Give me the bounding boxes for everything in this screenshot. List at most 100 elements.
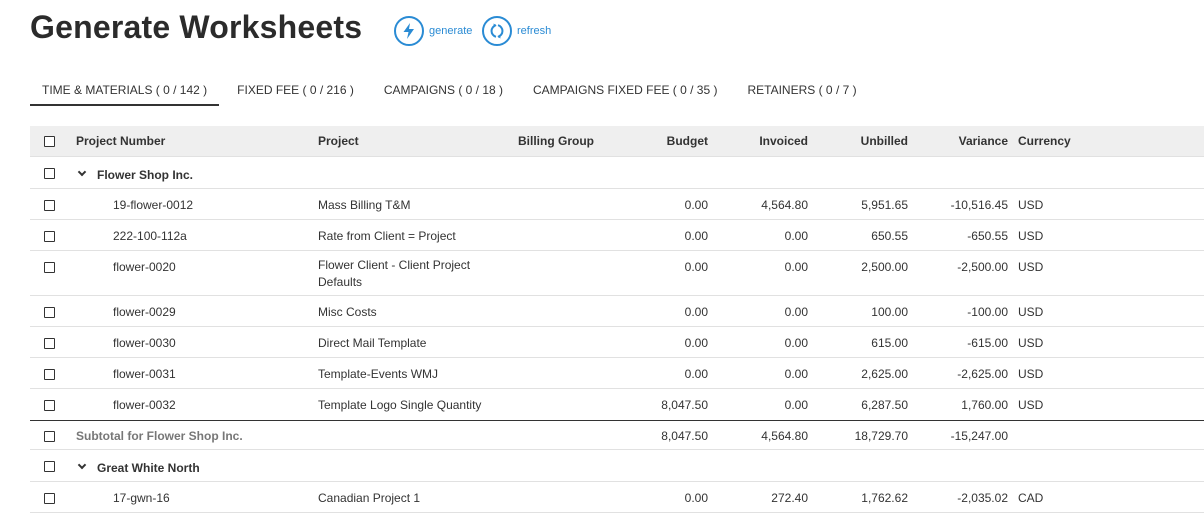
currency-value: USD [1018,260,1044,274]
unbilled-value: 2,500.00 [861,260,908,274]
table-row: flower-0020 Flower Client - Client Proje… [30,251,1204,296]
row-checkbox[interactable] [44,231,55,242]
generate-button[interactable]: generate [394,16,472,46]
subtotal-unbilled: 18,729.70 [854,429,908,443]
subtotal-budget: 8,047.50 [661,429,708,443]
refresh-label: refresh [517,25,552,37]
project-name: Misc Costs [318,305,377,319]
group-checkbox[interactable] [44,461,55,472]
currency-value: USD [1018,198,1044,212]
invoiced-value: 0.00 [784,305,808,319]
budget-value: 0.00 [684,305,708,319]
invoiced-value: 4,564.80 [761,198,808,212]
currency-value: USD [1018,367,1044,381]
subtotal-invoiced: 4,564.80 [761,429,808,443]
group-name: Great White North [97,461,200,475]
column-header-invoiced[interactable]: Invoiced [759,134,808,149]
variance-value: 1,760.00 [961,398,1008,412]
invoiced-value: 0.00 [784,229,808,243]
chevron-down-icon[interactable] [77,460,87,470]
variance-value: -2,625.00 [957,367,1008,381]
variance-value: -10,516.45 [950,198,1008,212]
generate-label: generate [429,25,473,37]
refresh-icon [482,16,512,46]
project-name: Mass Billing T&M [318,198,411,212]
column-header-budget[interactable]: Budget [667,134,708,149]
invoiced-value: 0.00 [784,367,808,381]
column-header-project-number[interactable]: Project Number [76,134,165,149]
group-checkbox[interactable] [44,168,55,179]
project-number: 222-100-112a [113,229,187,243]
column-header-unbilled[interactable]: Unbilled [861,134,908,149]
row-checkbox[interactable] [44,200,55,211]
unbilled-value: 1,762.62 [861,491,908,505]
invoiced-value: 0.00 [784,336,808,350]
currency-value: USD [1018,336,1044,350]
unbilled-value: 6,287.50 [861,398,908,412]
project-name: Template-Events WMJ [318,367,439,381]
variance-value: -2,035.02 [957,491,1008,505]
budget-value: 0.00 [684,336,708,350]
project-number: 19-flower-0012 [113,198,194,212]
unbilled-value: 650.55 [871,229,908,243]
column-header-project[interactable]: Project [318,134,359,149]
budget-value: 8,047.50 [661,398,708,412]
project-name: Direct Mail Template [318,336,427,350]
worksheet-tabs: TIME & MATERIALS ( 0 / 142 ) FIXED FEE (… [30,72,875,106]
tab-campaigns-fixed-fee[interactable]: CAMPAIGNS FIXED FEE ( 0 / 35 ) [521,72,729,106]
row-checkbox[interactable] [44,369,55,380]
project-number: flower-0032 [113,398,176,412]
select-all-checkbox[interactable] [44,136,55,147]
subtotal-label: Subtotal for Flower Shop Inc. [76,429,243,443]
refresh-button[interactable]: refresh [482,16,551,46]
group-row-flower-shop: Flower Shop Inc. [30,157,1204,189]
table-row: 19-flower-0012 Mass Billing T&M 0.00 4,5… [30,189,1204,220]
group-row-great-white-north: Great White North [30,450,1204,482]
currency-value: USD [1018,398,1044,412]
tab-retainers[interactable]: RETAINERS ( 0 / 7 ) [735,72,868,106]
subtotal-checkbox[interactable] [44,431,55,442]
budget-value: 0.00 [684,198,708,212]
subtotal-row: Subtotal for Flower Shop Inc. 8,047.50 4… [30,420,1204,450]
tab-fixed-fee[interactable]: FIXED FEE ( 0 / 216 ) [225,72,366,106]
project-number: 17-gwn-16 [113,491,170,505]
project-number: flower-0031 [113,367,176,381]
table-row: flower-0030 Direct Mail Template 0.00 0.… [30,327,1204,358]
tab-time-materials[interactable]: TIME & MATERIALS ( 0 / 142 ) [30,72,220,106]
unbilled-value: 100.00 [871,305,908,319]
row-checkbox[interactable] [44,338,55,349]
currency-value: USD [1018,305,1044,319]
chevron-down-icon[interactable] [77,167,87,177]
unbilled-value: 5,951.65 [861,198,908,212]
row-checkbox[interactable] [44,400,55,411]
project-number: flower-0020 [113,260,176,274]
invoiced-value: 0.00 [784,260,808,274]
variance-value: -100.00 [967,305,1008,319]
variance-value: -615.00 [967,336,1008,350]
budget-value: 0.00 [684,367,708,381]
project-name: Flower Client - Client Project Defaults [318,258,471,289]
row-checkbox[interactable] [44,493,55,504]
table-row: flower-0032 Template Logo Single Quantit… [30,389,1204,420]
page-title: Generate Worksheets [30,9,363,45]
worksheet-table: Project Number Project Billing Group Bud… [30,126,1204,513]
column-header-billing-group[interactable]: Billing Group [518,134,594,149]
bolt-icon [394,16,424,46]
variance-value: -2,500.00 [957,260,1008,274]
project-name: Template Logo Single Quantity [318,398,482,412]
row-checkbox[interactable] [44,307,55,318]
group-name: Flower Shop Inc. [97,168,194,182]
project-number: flower-0030 [113,336,176,350]
invoiced-value: 272.40 [771,491,808,505]
row-checkbox[interactable] [44,262,55,273]
column-header-currency[interactable]: Currency [1018,134,1071,149]
project-number: flower-0029 [113,305,176,319]
currency-value: CAD [1018,491,1044,505]
table-row: flower-0031 Template-Events WMJ 0.00 0.0… [30,358,1204,389]
budget-value: 0.00 [684,260,708,274]
variance-value: -650.55 [967,229,1008,243]
currency-value: USD [1018,229,1044,243]
tab-campaigns[interactable]: CAMPAIGNS ( 0 / 18 ) [372,72,515,106]
column-header-variance[interactable]: Variance [959,134,1008,149]
subtotal-variance: -15,247.00 [950,429,1008,443]
